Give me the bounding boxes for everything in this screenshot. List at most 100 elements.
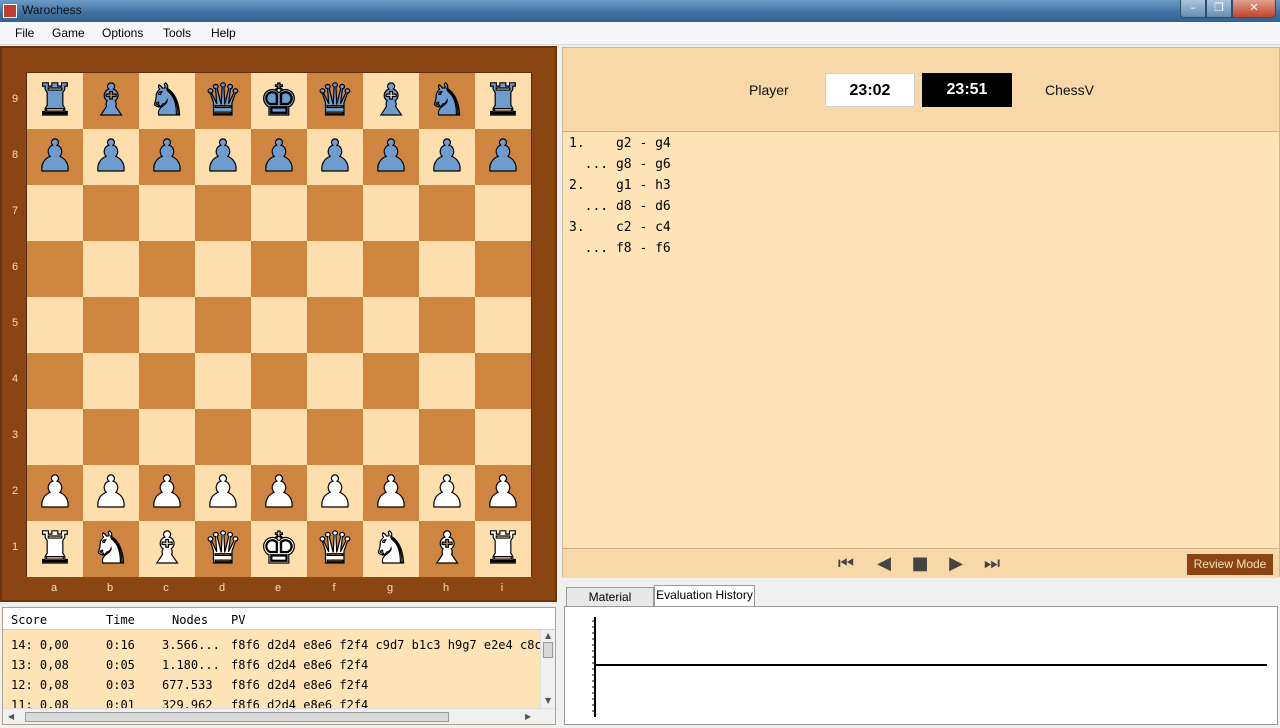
white-bishop-icon[interactable]: ♝ bbox=[147, 526, 188, 571]
black-pawn-icon[interactable]: ♟ bbox=[315, 134, 356, 179]
square-a3[interactable] bbox=[27, 409, 83, 465]
white-knight-icon[interactable]: ♞ bbox=[91, 526, 132, 571]
square-d4[interactable] bbox=[195, 353, 251, 409]
square-g8[interactable]: ♟ bbox=[363, 129, 419, 185]
scroll-up-icon[interactable]: ▲ bbox=[545, 631, 551, 640]
horizontal-scroll-thumb[interactable] bbox=[25, 712, 449, 722]
square-e3[interactable] bbox=[251, 409, 307, 465]
white-pawn-icon[interactable]: ♟ bbox=[259, 470, 300, 515]
white-queen-icon[interactable]: ♛ bbox=[315, 526, 356, 571]
header-nodes[interactable]: Nodes bbox=[172, 613, 208, 627]
black-pawn-icon[interactable]: ♟ bbox=[91, 134, 132, 179]
square-g5[interactable] bbox=[363, 297, 419, 353]
stop-icon[interactable]: ■ bbox=[907, 553, 933, 575]
square-e8[interactable]: ♟ bbox=[251, 129, 307, 185]
menu-tools[interactable]: Tools bbox=[163, 26, 191, 40]
move-entry[interactable]: ... g8 - g6 bbox=[569, 157, 671, 178]
square-c6[interactable] bbox=[139, 241, 195, 297]
square-g4[interactable] bbox=[363, 353, 419, 409]
square-i5[interactable] bbox=[475, 297, 531, 353]
square-f1[interactable]: ♛ bbox=[307, 521, 363, 577]
black-pawn-icon[interactable]: ♟ bbox=[483, 134, 524, 179]
horizontal-scrollbar[interactable]: ◀ ▶ bbox=[3, 708, 555, 724]
square-d6[interactable] bbox=[195, 241, 251, 297]
square-e1[interactable]: ♚ bbox=[251, 521, 307, 577]
square-b2[interactable]: ♟ bbox=[83, 465, 139, 521]
black-bishop-icon[interactable]: ♝ bbox=[371, 78, 412, 123]
square-e6[interactable] bbox=[251, 241, 307, 297]
square-b5[interactable] bbox=[83, 297, 139, 353]
black-queen-icon[interactable]: ♛ bbox=[203, 78, 244, 123]
white-pawn-icon[interactable]: ♟ bbox=[147, 470, 188, 515]
engine-row[interactable]: 13: 0,08 0:05 1.180... f8f6 d2d4 e8e6 f2f4 bbox=[3, 655, 541, 675]
square-i2[interactable]: ♟ bbox=[475, 465, 531, 521]
square-d1[interactable]: ♛ bbox=[195, 521, 251, 577]
square-e7[interactable] bbox=[251, 185, 307, 241]
scroll-down-icon[interactable]: ▼ bbox=[545, 696, 551, 705]
square-f5[interactable] bbox=[307, 297, 363, 353]
square-a6[interactable] bbox=[27, 241, 83, 297]
square-i6[interactable] bbox=[475, 241, 531, 297]
square-i7[interactable] bbox=[475, 185, 531, 241]
vertical-scroll-thumb[interactable] bbox=[543, 642, 553, 658]
black-pawn-icon[interactable]: ♟ bbox=[35, 134, 76, 179]
close-button[interactable]: ✕ bbox=[1232, 0, 1276, 18]
square-a5[interactable] bbox=[27, 297, 83, 353]
engine-row[interactable]: 12: 0,08 0:03 677.533 f8f6 d2d4 e8e6 f2f4 bbox=[3, 675, 541, 695]
square-g3[interactable] bbox=[363, 409, 419, 465]
square-h3[interactable] bbox=[419, 409, 475, 465]
square-c9[interactable]: ♞ bbox=[139, 73, 195, 129]
square-b3[interactable] bbox=[83, 409, 139, 465]
square-i9[interactable]: ♜ bbox=[475, 73, 531, 129]
menu-options[interactable]: Options bbox=[102, 26, 143, 40]
white-rook-icon[interactable]: ♜ bbox=[483, 526, 524, 571]
scroll-left-icon[interactable]: ◀ bbox=[8, 712, 14, 721]
square-c7[interactable] bbox=[139, 185, 195, 241]
last-move-icon[interactable]: ⏭ bbox=[979, 553, 1005, 575]
square-g6[interactable] bbox=[363, 241, 419, 297]
next-move-icon[interactable]: ▶ bbox=[943, 553, 969, 575]
engine-row[interactable]: 14: 0,00 0:16 3.566... f8f6 d2d4 e8e6 f2f4 … bbox=[3, 635, 541, 655]
square-d8[interactable]: ♟ bbox=[195, 129, 251, 185]
white-knight-icon[interactable]: ♞ bbox=[371, 526, 412, 571]
square-f6[interactable] bbox=[307, 241, 363, 297]
square-b9[interactable]: ♝ bbox=[83, 73, 139, 129]
square-h4[interactable] bbox=[419, 353, 475, 409]
move-list[interactable]: 1. g2 - g4 ... g8 - g6 2. g1 - h3 ... d8 … bbox=[569, 136, 671, 262]
black-rook-icon[interactable]: ♜ bbox=[483, 78, 524, 123]
white-pawn-icon[interactable]: ♟ bbox=[35, 470, 76, 515]
square-c8[interactable]: ♟ bbox=[139, 129, 195, 185]
white-pawn-icon[interactable]: ♟ bbox=[371, 470, 412, 515]
white-pawn-icon[interactable]: ♟ bbox=[427, 470, 468, 515]
square-h6[interactable] bbox=[419, 241, 475, 297]
move-entry[interactable]: ... d8 - d6 bbox=[569, 199, 671, 220]
square-g2[interactable]: ♟ bbox=[363, 465, 419, 521]
square-e2[interactable]: ♟ bbox=[251, 465, 307, 521]
square-a9[interactable]: ♜ bbox=[27, 73, 83, 129]
square-i4[interactable] bbox=[475, 353, 531, 409]
square-b8[interactable]: ♟ bbox=[83, 129, 139, 185]
black-queen-icon[interactable]: ♛ bbox=[315, 78, 356, 123]
black-bishop-icon[interactable]: ♝ bbox=[91, 78, 132, 123]
move-entry[interactable]: 3. c2 - c4 bbox=[569, 220, 671, 241]
square-h5[interactable] bbox=[419, 297, 475, 353]
square-f9[interactable]: ♛ bbox=[307, 73, 363, 129]
square-h2[interactable]: ♟ bbox=[419, 465, 475, 521]
previous-move-icon[interactable]: ◀ bbox=[871, 553, 897, 575]
square-d5[interactable] bbox=[195, 297, 251, 353]
move-entry[interactable]: ... f8 - f6 bbox=[569, 241, 671, 262]
square-c5[interactable] bbox=[139, 297, 195, 353]
maximize-button[interactable]: ❐ bbox=[1206, 0, 1232, 18]
square-h7[interactable] bbox=[419, 185, 475, 241]
white-pawn-icon[interactable]: ♟ bbox=[483, 470, 524, 515]
chess-board[interactable]: ♜ ♝ ♞ ♛ ♚ ♛ ♝ ♞ ♜ ♟ ♟ ♟ ♟ ♟ ♟ ♟ ♟ ♟ ♟ ♟ ♟ ♟ ♟ ♟ ♟ ♟ ♟ ♜ ♞ ♝ ♛ ♚ ♛ ♞ ♝ ♜ bbox=[26, 72, 532, 577]
header-score[interactable]: Score bbox=[11, 613, 47, 627]
menu-help[interactable]: Help bbox=[211, 26, 236, 40]
square-f4[interactable] bbox=[307, 353, 363, 409]
square-a2[interactable]: ♟ bbox=[27, 465, 83, 521]
square-a1[interactable]: ♜ bbox=[27, 521, 83, 577]
square-e5[interactable] bbox=[251, 297, 307, 353]
black-knight-icon[interactable]: ♞ bbox=[147, 78, 188, 123]
white-pawn-icon[interactable]: ♟ bbox=[203, 470, 244, 515]
square-h1[interactable]: ♝ bbox=[419, 521, 475, 577]
